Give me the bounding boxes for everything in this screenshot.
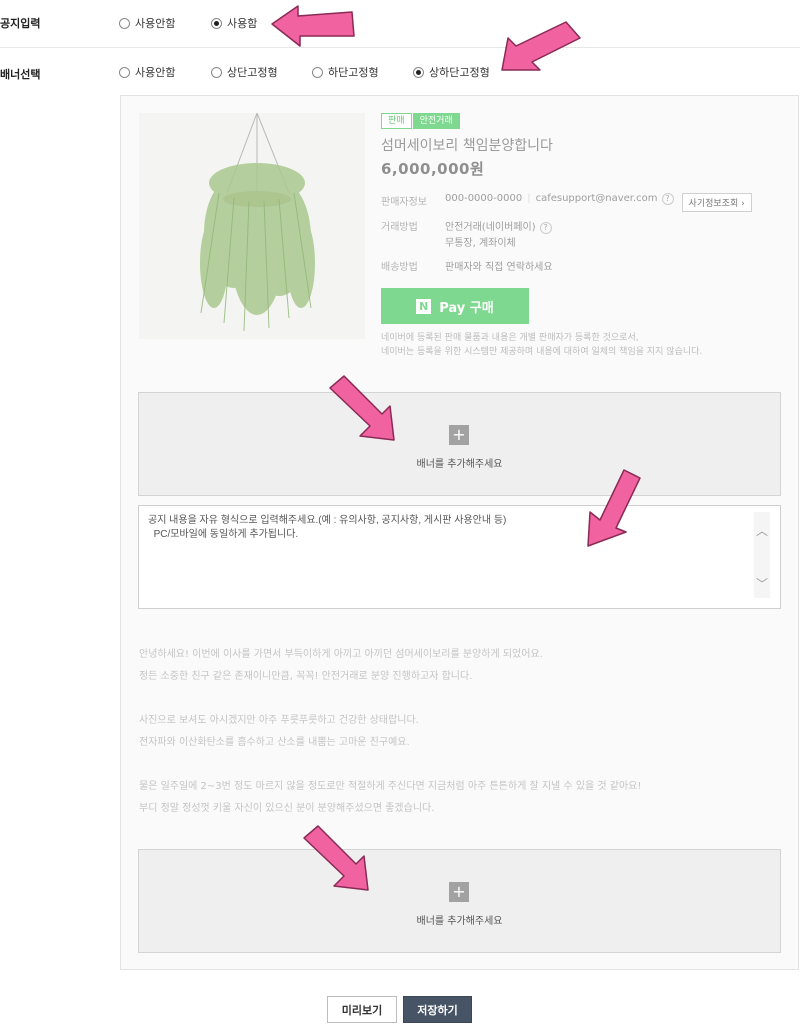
naver-pay-logo-icon: N (416, 298, 432, 314)
radio-label: 사용함 (227, 17, 258, 30)
plus-icon[interactable]: + (449, 425, 469, 445)
trade-method-value: 안전거래(네이버페이) (445, 222, 536, 233)
notice-textarea[interactable]: 공지 내용을 자유 형식으로 입력해주세요.(예 : 유의사항, 공지사항, 게… (138, 505, 781, 609)
badges: 판매 안전거래 (381, 113, 781, 129)
banner-select-radio-group: 사용안함 상단고정형 하단고정형 상하단고정형 (119, 64, 490, 80)
disclaimer-line: 네이버에 등록된 판매 물품과 내용은 개별 판매자가 등록한 것으로서, (381, 333, 639, 343)
body-line (139, 688, 779, 710)
radio-circle-checked[interactable] (413, 66, 424, 78)
arrow-down-right-icon (303, 825, 369, 891)
sale-badge: 판매 (381, 113, 412, 129)
top-banner-slot[interactable]: + 배너를 추가해주세요 (138, 392, 781, 496)
seller-email: cafesupport@naver.com (535, 193, 658, 204)
product-price: 6,000,000원 (381, 160, 485, 178)
seller-info-row: 판매자정보 000-0000-0000 | cafesupport@naver.… (381, 193, 781, 212)
scroll-down-icon[interactable]: ﹀ (754, 575, 770, 592)
product-title: 섬머세이보리 책임분양합니다 (381, 138, 553, 154)
post-body: 안녕하세요! 이번에 이사를 가면서 부득이하게 아끼고 아끼던 섬머세이보리를… (139, 644, 779, 820)
banner-none-radio[interactable]: 사용안함 (119, 64, 211, 80)
arrow-left-icon (271, 5, 355, 47)
radio-circle-checked[interactable] (211, 17, 222, 29)
scroll-up-icon[interactable]: ︿ (754, 522, 770, 539)
radio-circle[interactable] (119, 17, 130, 29)
preview-panel: 판매 안전거래 섬머세이보리 책임분양합니다 6,000,000원 판매자정보 … (120, 95, 799, 970)
notice-on-radio[interactable]: 사용함 (211, 15, 257, 31)
naver-pay-label: Pay 구매 (439, 300, 494, 316)
banner-both-radio[interactable]: 상하단고정형 (413, 64, 490, 80)
arrow-down-right-icon (329, 375, 395, 441)
trade-method-key: 거래방법 (381, 222, 418, 233)
textarea-scrollbar[interactable]: ︿ ﹀ (754, 512, 770, 598)
trade-method-values: 안전거래(네이버페이)? 무통장, 계좌이체 (445, 218, 552, 249)
disclaimer: 네이버에 등록된 판매 물품과 내용은 개별 판매자가 등록한 것으로서, 네이… (381, 331, 781, 359)
banner-bottom-radio[interactable]: 하단고정형 (312, 64, 413, 80)
product-info: 판매 안전거래 섬머세이보리 책임분양합니다 6,000,000원 판매자정보 … (381, 113, 781, 359)
divider (0, 47, 800, 48)
radio-label: 사용안함 (135, 17, 176, 30)
shipping-value: 판매자와 직접 연락하세요 (445, 262, 553, 273)
shipping-row: 배송방법 판매자와 직접 연락하세요 (381, 258, 781, 273)
arrow-down-left-icon (587, 469, 641, 547)
body-line: 물은 일주일에 2~3번 정도 마르지 않을 정도로만 적절하게 주신다면 지금… (139, 781, 642, 792)
banner-placeholder-text: 배너를 추가해주세요 (416, 916, 503, 927)
radio-label: 상하단고정형 (429, 66, 490, 79)
trade-method-row: 거래방법 안전거래(네이버페이)? 무통장, 계좌이체 (381, 218, 781, 249)
body-line: 사진으로 보셔도 아시겠지만 아주 푸릇푸릇하고 건강한 상태랍니다. (139, 715, 419, 726)
notice-off-radio[interactable]: 사용안함 (119, 15, 211, 31)
save-button[interactable]: 저장하기 (403, 996, 472, 1023)
fraud-check-button[interactable]: 사기정보조회 › (681, 193, 752, 212)
notice-text: 공지 내용을 자유 형식으로 입력해주세요.(예 : 유의사항, 공지사항, 게… (148, 515, 507, 540)
banner-top-radio[interactable]: 상단고정형 (211, 64, 312, 80)
bottom-banner-slot[interactable]: + 배너를 추가해주세요 (138, 849, 781, 953)
seller-phone: 000-0000-0000 (445, 193, 523, 204)
safe-trade-badge: 안전거래 (412, 113, 460, 129)
radio-label: 사용안함 (135, 66, 176, 79)
radio-circle[interactable] (211, 66, 222, 78)
arrow-down-left-icon (501, 21, 581, 71)
shipping-key: 배송방법 (381, 262, 418, 273)
separator: | (527, 193, 531, 204)
body-line: 부디 정말 정성껏 키울 자신이 있으신 분이 분양해주셨으면 좋겠습니다. (139, 803, 435, 814)
help-icon[interactable]: ? (539, 222, 552, 234)
hanging-plant-image (139, 113, 365, 339)
body-line: 안녕하세요! 이번에 이사를 가면서 부득이하게 아끼고 아끼던 섬머세이보리를… (139, 649, 543, 660)
radio-circle[interactable] (119, 66, 130, 78)
trade-method-value2: 무통장, 계좌이체 (445, 238, 516, 249)
preview-button[interactable]: 미리보기 (327, 996, 397, 1023)
notice-input-radio-group: 사용안함 사용함 (119, 15, 257, 31)
body-line: 전자파와 이산화탄소를 흡수하고 산소를 내뿜는 고마운 친구예요. (139, 737, 410, 748)
banner-select-label: 배너선택 (0, 68, 41, 81)
disclaimer-line: 네이버는 등록을 위한 시스템만 제공하며 내용에 대하여 일체의 책임을 지지… (381, 347, 703, 357)
seller-info-key: 판매자정보 (381, 197, 427, 208)
radio-label: 상단고정형 (227, 66, 278, 79)
radio-label: 하단고정형 (328, 66, 379, 79)
radio-circle[interactable] (312, 66, 323, 78)
plus-icon[interactable]: + (449, 882, 469, 902)
banner-placeholder-text: 배너를 추가해주세요 (416, 459, 503, 470)
product-image (139, 113, 365, 339)
help-icon[interactable]: ? (661, 193, 674, 205)
body-line (139, 754, 779, 776)
body-line: 정든 소중한 친구 같은 존재이니만큼, 꼭꼭! 안전거래로 분양 진행하고자 … (139, 671, 473, 682)
naver-pay-button[interactable]: N Pay 구매 (381, 288, 529, 324)
notice-input-label: 공지입력 (0, 17, 41, 30)
